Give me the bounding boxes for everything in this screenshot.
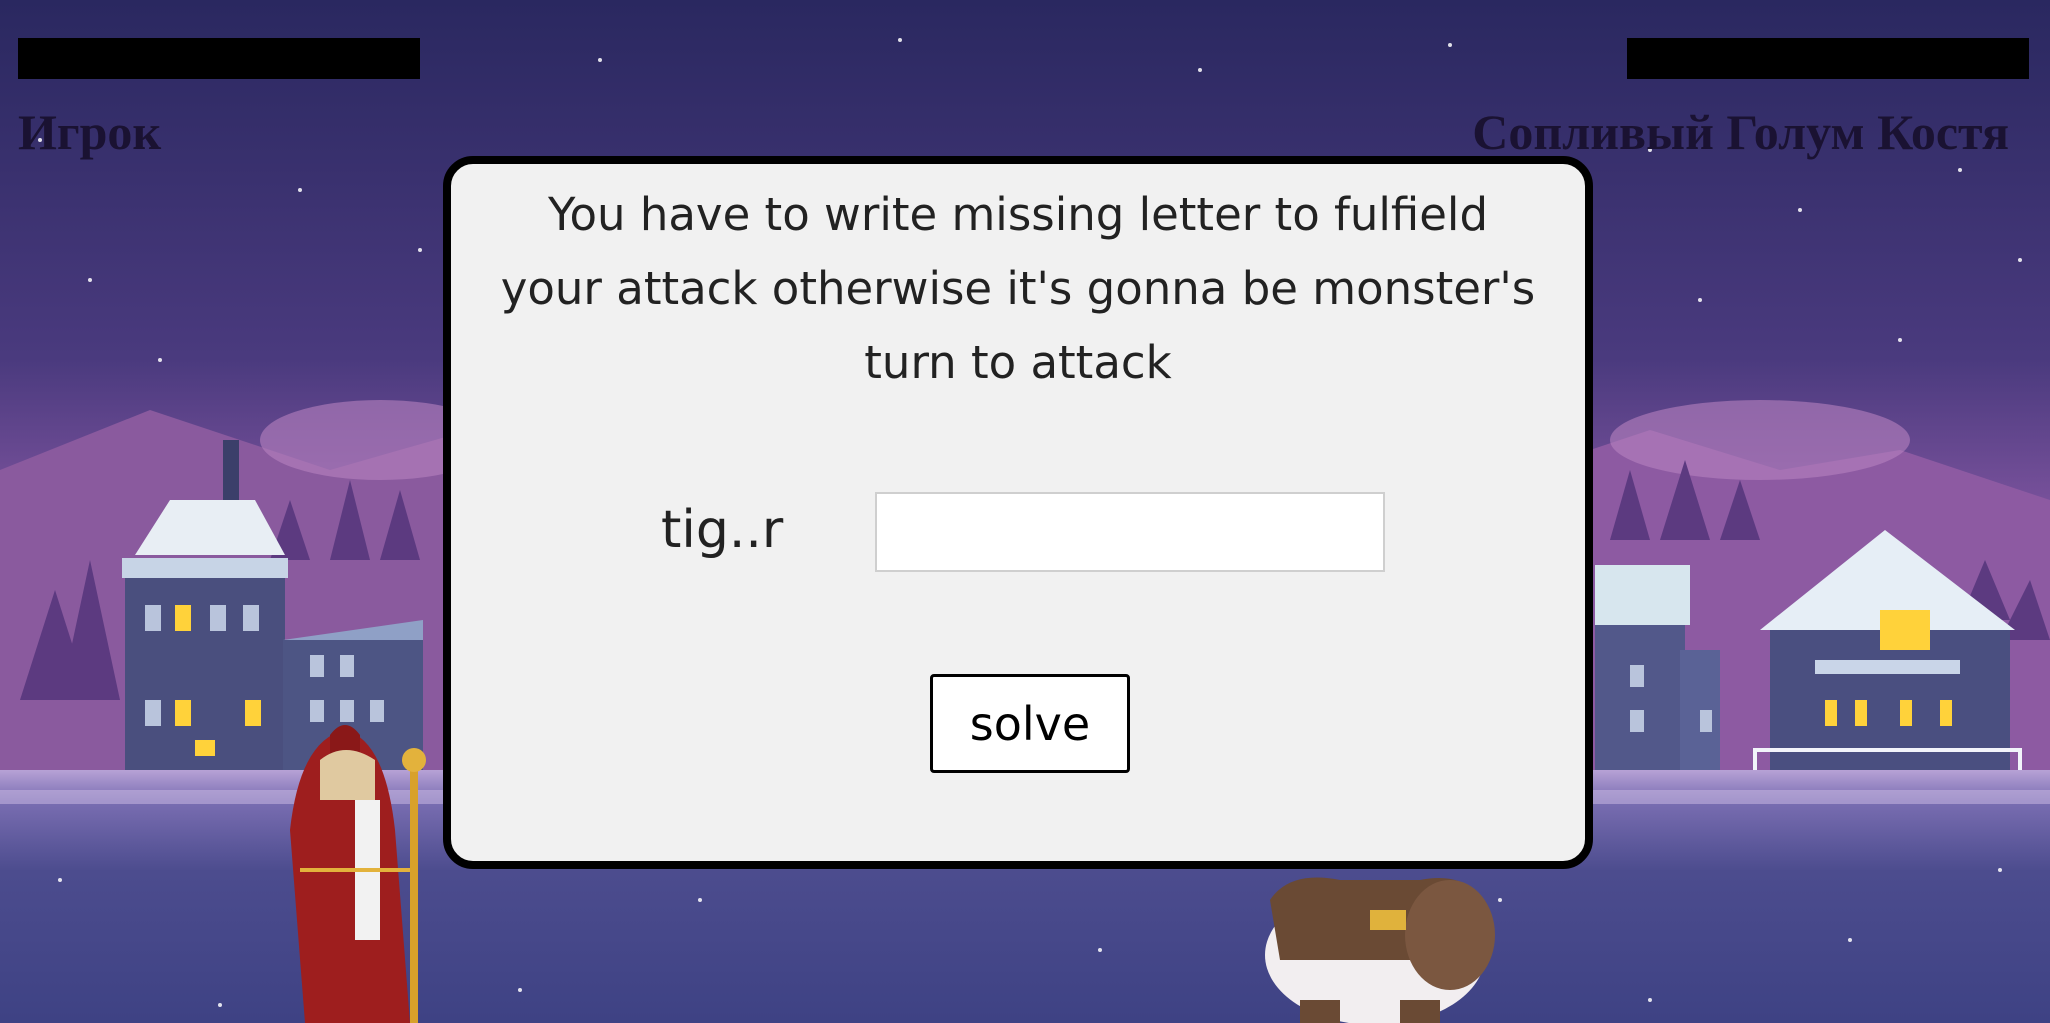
answer-input[interactable] [875,492,1385,572]
puzzle-instructions: You have to write missing letter to fulf… [500,188,1536,389]
solve-button[interactable]: solve [930,674,1130,773]
player-name: Игрок [18,104,162,160]
player-health-bar [18,38,420,79]
puzzle-dialog: You have to write missing letter to fulf… [443,156,1593,869]
monster-health-bar [1627,38,2029,79]
monster-name: Сопливый Голум Костя [1472,104,2009,160]
puzzle-word: tig..r [661,500,784,560]
